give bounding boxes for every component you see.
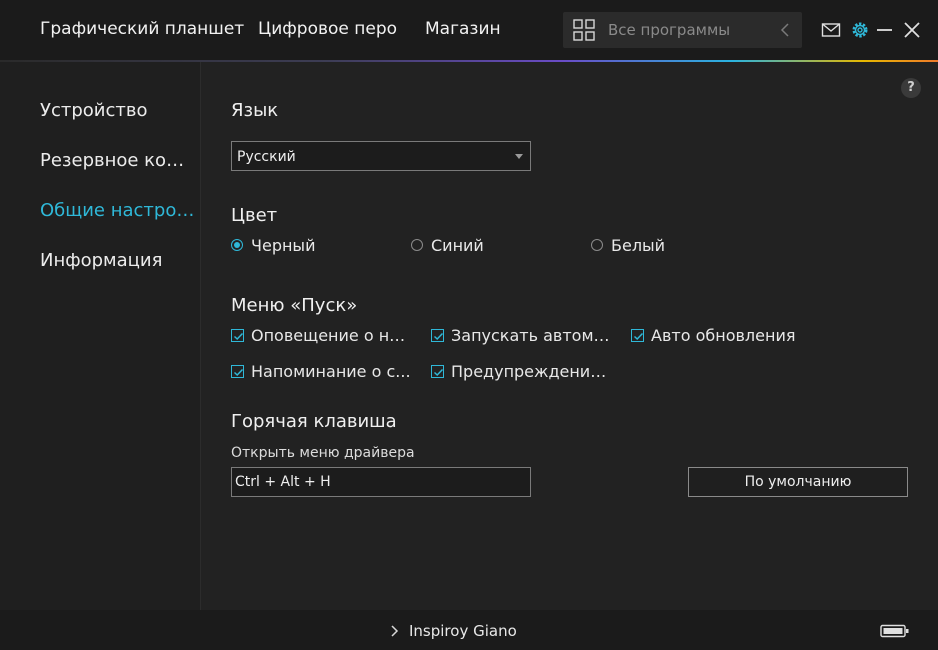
- checkbox-auto-update[interactable]: [631, 329, 644, 342]
- language-select[interactable]: Русский: [231, 141, 531, 171]
- search-placeholder[interactable]: Все программы: [608, 21, 730, 39]
- default-button[interactable]: По умолчанию: [688, 467, 908, 497]
- bottom-bar: Inspiroy Giano: [0, 610, 938, 650]
- radio-white-label[interactable]: Белый: [611, 236, 665, 255]
- radio-black[interactable]: [231, 239, 243, 251]
- hotkey-title: Горячая клавиша: [231, 411, 397, 432]
- search-box[interactable]: Все программы: [563, 12, 802, 48]
- tab-store[interactable]: Магазин: [425, 19, 501, 39]
- radio-white[interactable]: [591, 239, 603, 251]
- chevron-right-icon[interactable]: [389, 624, 399, 638]
- radio-black-label[interactable]: Черный: [251, 236, 315, 255]
- radio-blue[interactable]: [411, 239, 423, 251]
- sidebar-item-general-settings[interactable]: Общие настрой...: [40, 200, 195, 221]
- close-icon[interactable]: [902, 20, 922, 40]
- caret-down-icon: [515, 154, 523, 159]
- battery-icon: [880, 624, 909, 638]
- checkbox-notification-label[interactable]: Оповещение о но...: [251, 326, 411, 345]
- checkbox-reminder-label[interactable]: Напоминание о с...: [251, 362, 411, 381]
- language-select-value: Русский: [237, 149, 296, 165]
- checkbox-warning[interactable]: [431, 365, 444, 378]
- gear-icon[interactable]: [850, 20, 870, 40]
- sidebar: Устройство Резервное копи... Общие настр…: [0, 62, 201, 610]
- language-title: Язык: [231, 100, 279, 121]
- tab-graphic-tablet[interactable]: Графический планшет: [40, 19, 244, 39]
- checkbox-warning-label[interactable]: Предупреждение ...: [451, 362, 616, 381]
- start-menu-title: Меню «Пуск»: [231, 295, 358, 316]
- sidebar-item-info[interactable]: Информация: [40, 250, 195, 271]
- device-name[interactable]: Inspiroy Giano: [409, 622, 517, 640]
- hotkey-input[interactable]: [231, 467, 531, 497]
- checkbox-auto-update-label[interactable]: Авто обновления: [651, 326, 795, 345]
- radio-blue-label[interactable]: Синий: [431, 236, 484, 255]
- tab-digital-pen[interactable]: Цифровое перо: [258, 19, 397, 39]
- checkbox-autostart[interactable]: [431, 329, 444, 342]
- minimize-icon[interactable]: [875, 20, 895, 40]
- sidebar-item-device[interactable]: Устройство: [40, 100, 195, 121]
- checkbox-notification[interactable]: [231, 329, 244, 342]
- grid-icon[interactable]: [573, 19, 595, 41]
- help-icon[interactable]: ?: [901, 78, 921, 98]
- checkbox-reminder[interactable]: [231, 365, 244, 378]
- color-title: Цвет: [231, 205, 278, 226]
- checkbox-autostart-label[interactable]: Запускать автомат...: [451, 326, 616, 345]
- top-bar: Графический планшет Цифровое перо Магази…: [0, 0, 938, 60]
- sidebar-item-backup[interactable]: Резервное копи...: [40, 150, 195, 171]
- hotkey-field-label: Открыть меню драйвера: [231, 445, 415, 461]
- mail-icon[interactable]: [821, 20, 841, 40]
- chevron-left-icon[interactable]: [778, 21, 792, 39]
